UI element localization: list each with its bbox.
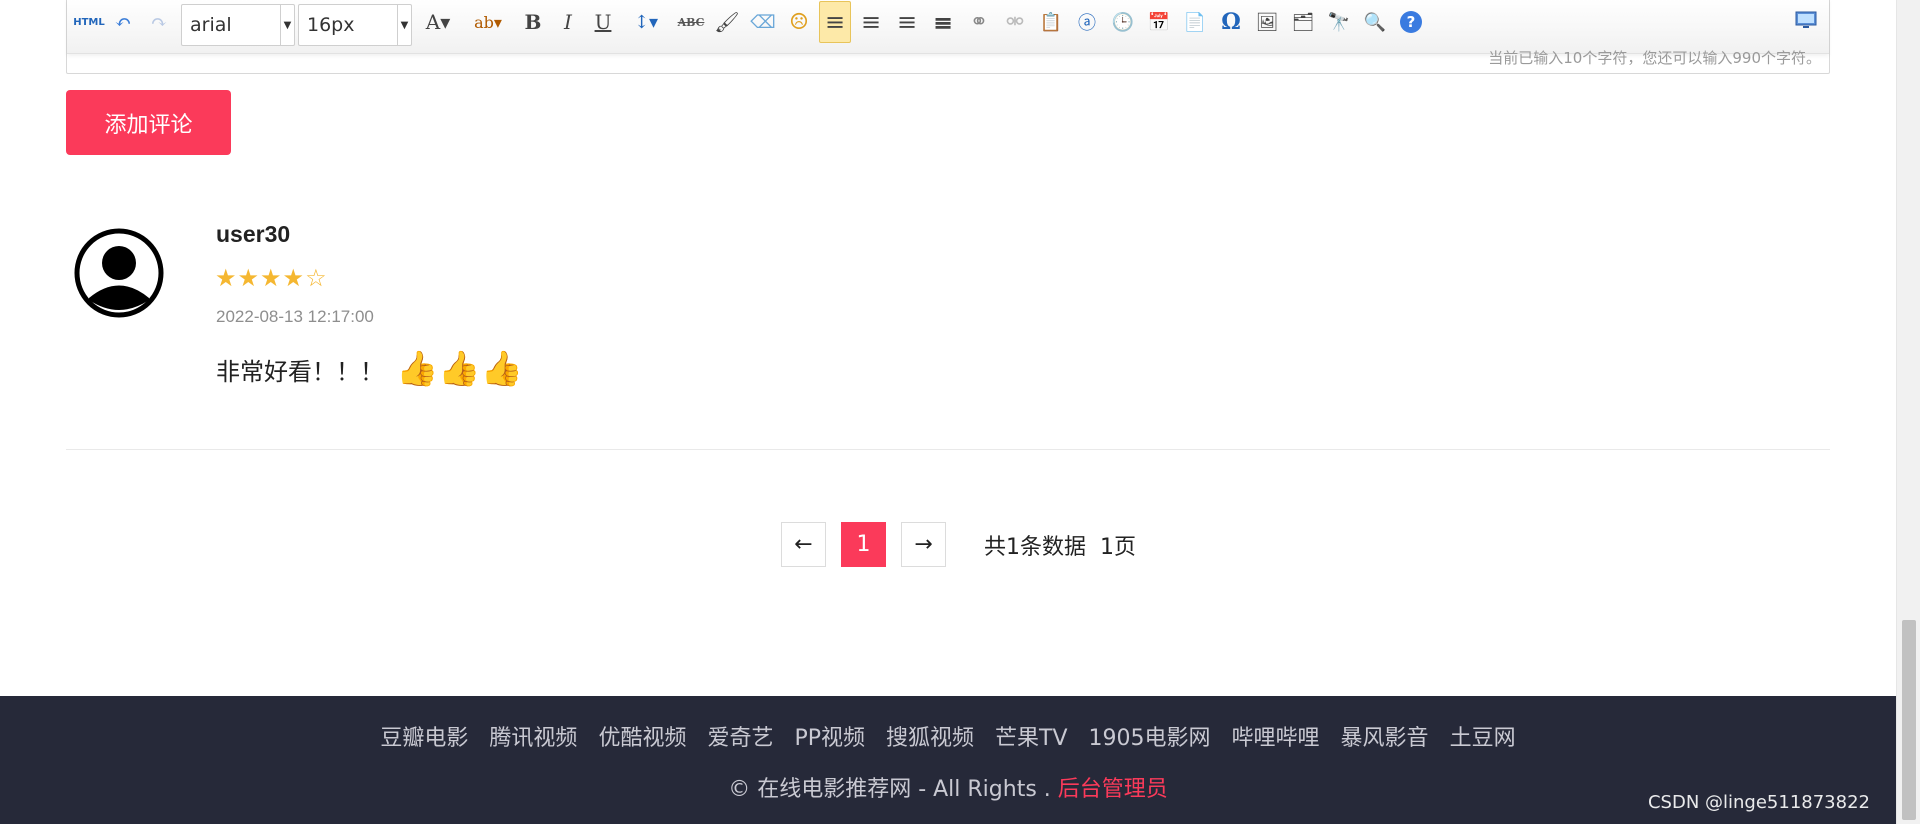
image-icon[interactable]: 🖼 <box>1251 1 1283 43</box>
rating-stars: ★★★★☆ <box>215 264 328 292</box>
footer-link-iqiyi[interactable]: 爱奇艺 <box>707 720 773 752</box>
comment-item: user30 ★★★★☆ 2022-08-13 12:17:00 非常好看！！！… <box>66 215 1830 450</box>
undo-icon[interactable]: ↶ <box>107 1 139 43</box>
chevron-down-icon[interactable]: ▼ <box>397 5 411 45</box>
footer-link-tencent[interactable]: 腾讯视频 <box>489 720 577 752</box>
copyright-text: © 在线电影推荐网 - All Rights . <box>728 777 1051 802</box>
fullscreen-icon[interactable] <box>1795 11 1817 29</box>
comment-username: user30 <box>216 221 291 247</box>
highlight-icon[interactable]: ab▾ <box>467 1 509 43</box>
next-page-button[interactable]: → <box>901 522 946 567</box>
link-icon[interactable]: ⚭ <box>963 1 995 43</box>
footer-link-bilibili[interactable]: 哔哩哔哩 <box>1232 720 1320 752</box>
comment-text: 非常好看！！！ <box>216 357 384 386</box>
multi-image-icon[interactable]: 🗂 <box>1287 1 1319 43</box>
font-family-value: arial <box>190 14 232 36</box>
comment-date: 2022-08-13 12:17:00 <box>216 307 374 326</box>
admin-link[interactable]: 后台管理员 <box>1058 777 1168 802</box>
date-icon[interactable]: 📅 <box>1143 1 1175 43</box>
font-color-icon[interactable]: A▾ <box>419 1 457 43</box>
footer-link-1905[interactable]: 1905电影网 <box>1089 720 1211 752</box>
preview-icon[interactable]: 🔍 <box>1359 1 1391 43</box>
pagination-info: 共1条数据 1页 <box>984 534 1136 560</box>
html-icon[interactable]: HTML <box>73 1 105 43</box>
align-left-icon[interactable]: ≡ <box>819 1 851 43</box>
align-center-icon[interactable]: ≡ <box>891 1 923 43</box>
comment-body: 非常好看！！！ 👍👍👍 <box>216 349 523 389</box>
bold-icon[interactable]: B <box>517 1 549 43</box>
footer-link-tudou[interactable]: 土豆网 <box>1450 720 1516 752</box>
char-counter: 当前已输入10个字符，您还可以输入990个字符。 <box>1488 49 1821 67</box>
thumbs-up-icon: 👍👍👍 <box>396 349 524 389</box>
anchor-icon[interactable]: ⓐ <box>1071 1 1103 43</box>
line-height-icon[interactable]: ↕▾ <box>625 1 667 43</box>
font-size-select[interactable]: 16px ▼ <box>298 4 412 46</box>
font-size-value: 16px <box>307 14 355 36</box>
page-number-button[interactable]: 1 <box>841 522 886 567</box>
find-icon[interactable]: 🔭 <box>1323 1 1355 43</box>
paste-text-icon[interactable]: 📋 <box>1035 1 1067 43</box>
time-icon[interactable]: 🕒 <box>1107 1 1139 43</box>
page-scrollbar[interactable] <box>1896 0 1920 824</box>
rich-text-editor: HTML ↶ ↷ arial ▼ 16px ▼ A▾ ab▾ B I U ↕▾ … <box>66 0 1830 74</box>
footer-links: 豆瓣电影 腾讯视频 优酷视频 爱奇艺 PP视频 搜狐视频 芒果TV 1905电影… <box>0 720 1896 752</box>
editor-toolbar: HTML ↶ ↷ arial ▼ 16px ▼ A▾ ab▾ B I U ↕▾ … <box>67 0 1829 54</box>
add-comment-button[interactable]: 添加评论 <box>66 90 231 155</box>
footer-link-douban[interactable]: 豆瓣电影 <box>380 720 468 752</box>
eraser-icon[interactable]: ⌫ <box>747 1 779 43</box>
align-right-icon[interactable]: ≡ <box>855 1 887 43</box>
user-avatar-icon <box>74 228 164 318</box>
footer-link-pptv[interactable]: PP视频 <box>794 720 865 752</box>
italic-icon[interactable]: I <box>552 1 584 43</box>
emoji-icon[interactable]: ☹ <box>783 1 815 43</box>
scrollbar-thumb[interactable] <box>1902 620 1916 820</box>
footer-link-sohu[interactable]: 搜狐视频 <box>886 720 974 752</box>
help-icon[interactable]: ? <box>1395 1 1427 43</box>
pagination: ← 1 → 共1条数据 1页 <box>781 522 1136 567</box>
footer-link-youku[interactable]: 优酷视频 <box>598 720 686 752</box>
prev-page-button[interactable]: ← <box>781 522 826 567</box>
unlink-icon[interactable]: ⚮ <box>999 1 1031 43</box>
site-footer: 豆瓣电影 腾讯视频 优酷视频 爱奇艺 PP视频 搜狐视频 芒果TV 1905电影… <box>0 696 1896 824</box>
strikethrough-icon[interactable]: ABC <box>675 1 707 43</box>
align-justify-icon[interactable]: ≡ <box>927 1 959 43</box>
font-family-select[interactable]: arial ▼ <box>181 4 295 46</box>
page-icon[interactable]: 📄 <box>1179 1 1211 43</box>
chevron-down-icon[interactable]: ▼ <box>280 5 294 45</box>
underline-icon[interactable]: U <box>587 1 619 43</box>
special-char-icon[interactable]: Ω <box>1215 1 1247 43</box>
watermark: CSDN @linge511873822 <box>1647 792 1870 813</box>
help-icon-glyph: ? <box>1400 11 1422 33</box>
format-brush-icon[interactable]: 🖌 <box>711 1 743 43</box>
footer-link-mango[interactable]: 芒果TV <box>995 720 1068 752</box>
redo-icon[interactable]: ↷ <box>143 1 175 43</box>
footer-link-baofeng[interactable]: 暴风影音 <box>1341 720 1429 752</box>
footer-copyright: © 在线电影推荐网 - All Rights . 后台管理员 <box>0 771 1896 803</box>
